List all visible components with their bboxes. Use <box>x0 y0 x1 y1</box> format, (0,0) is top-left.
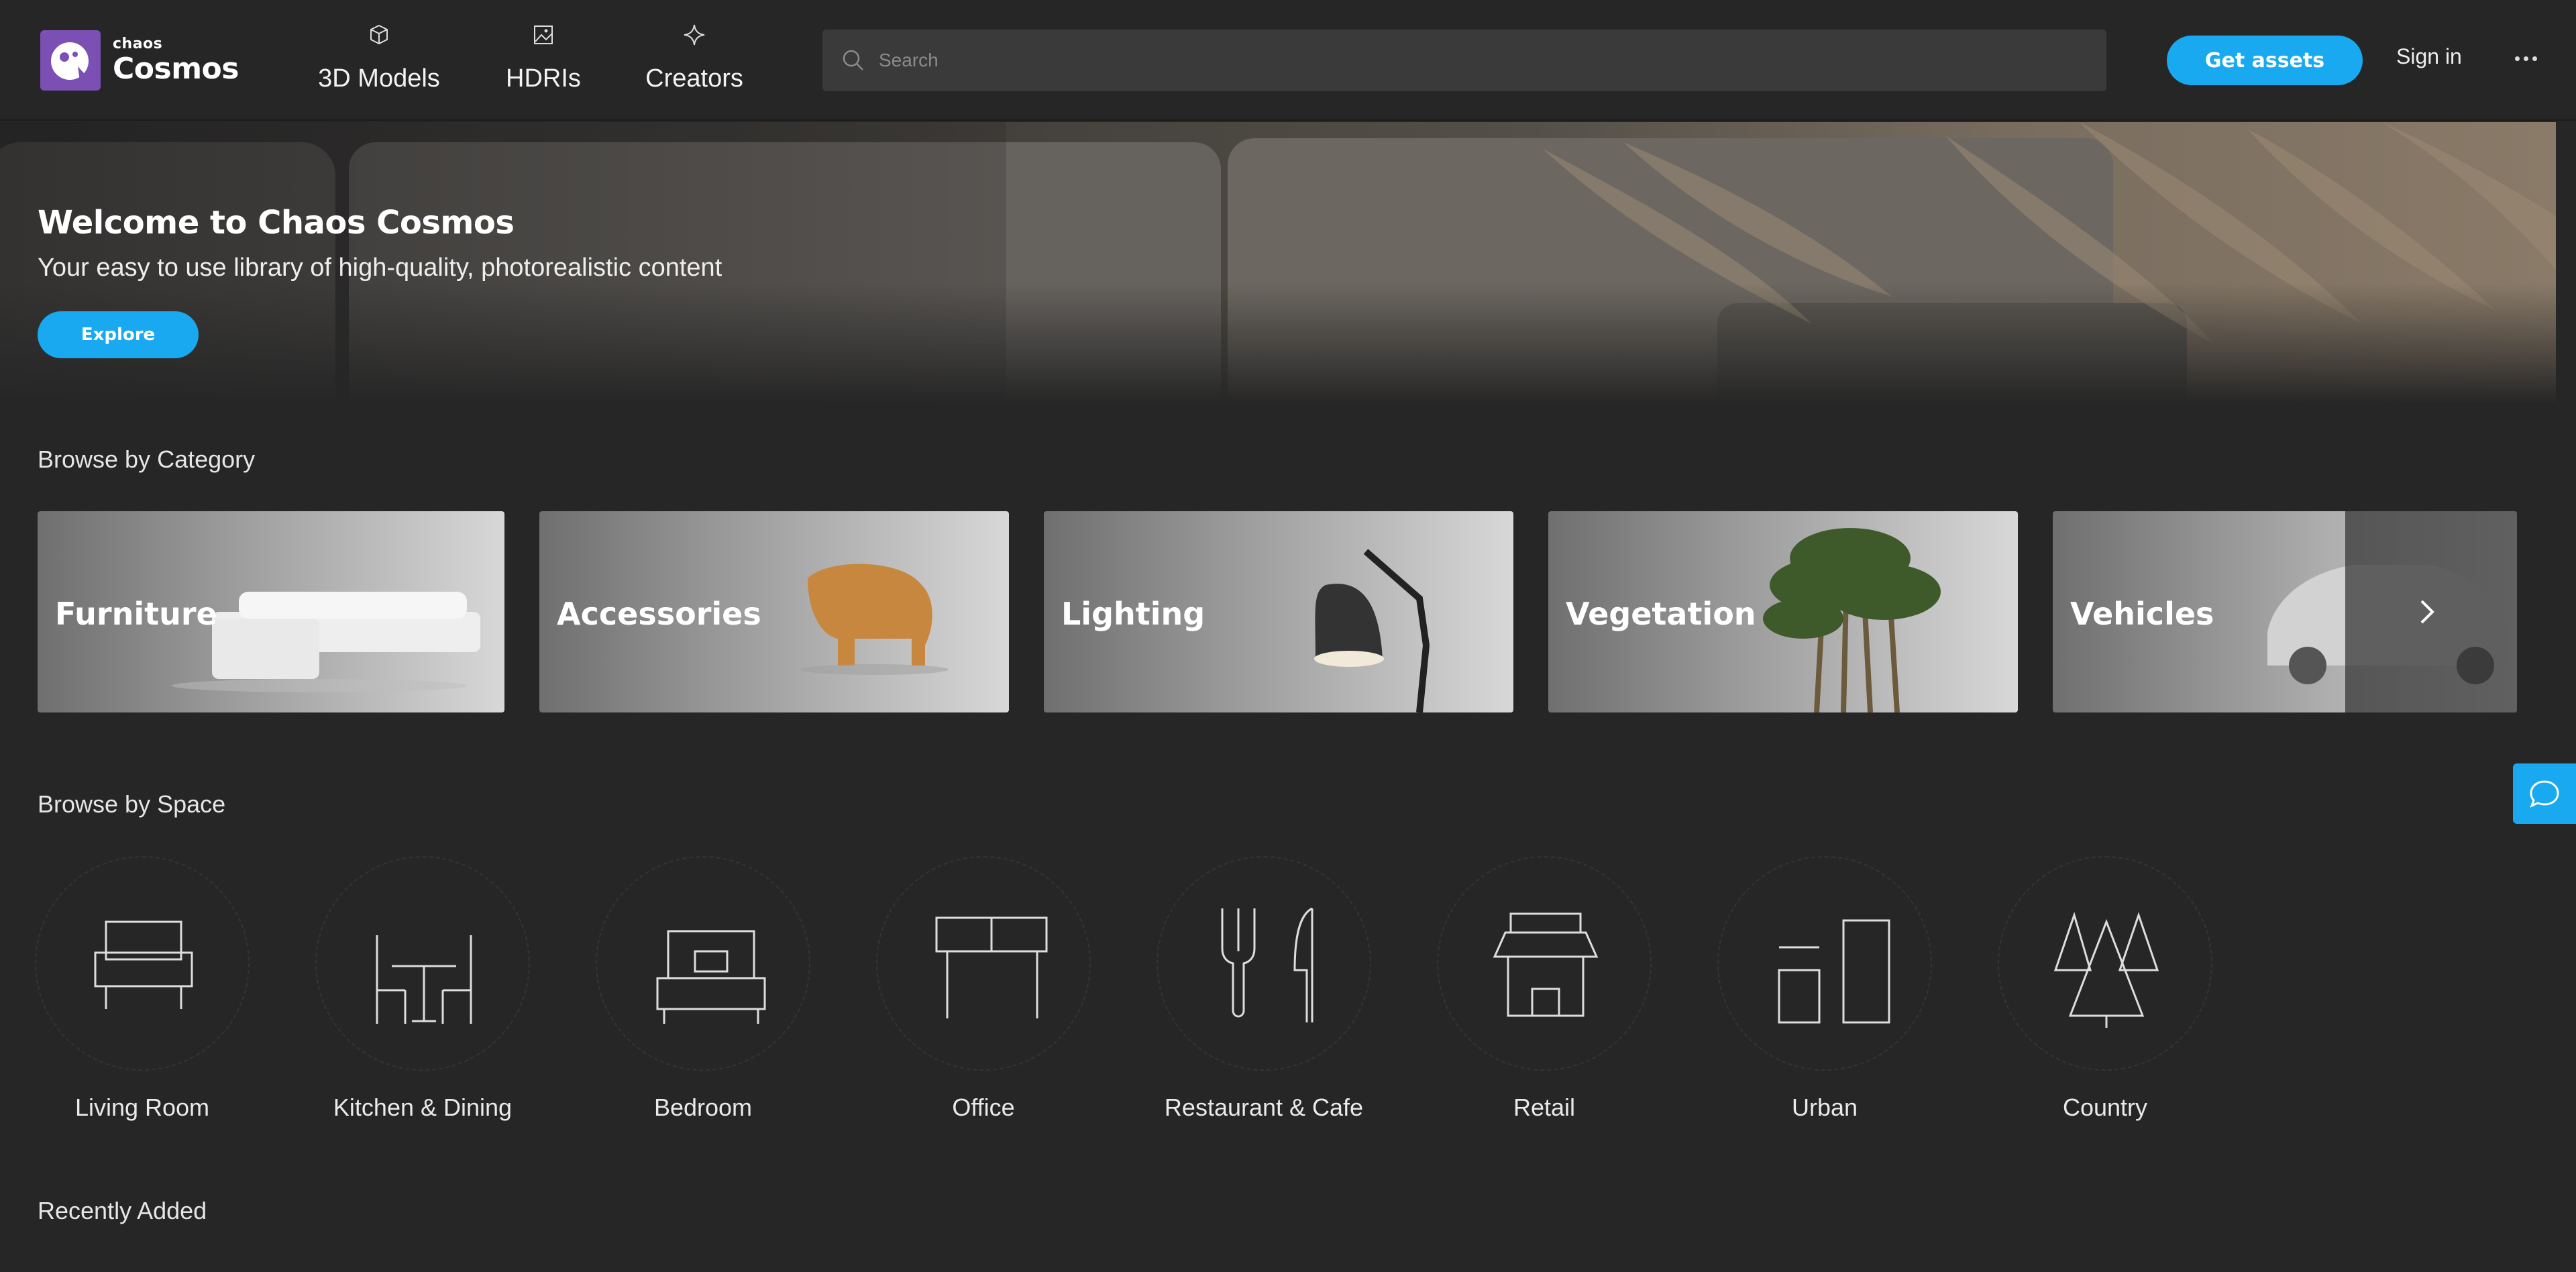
brand-name: Cosmos <box>113 52 239 86</box>
category-label: Vegetation <box>1566 596 1756 632</box>
chat-button[interactable] <box>2513 763 2576 824</box>
space-bedroom[interactable]: Bedroom <box>596 856 810 1124</box>
get-assets-button[interactable]: Get assets <box>2167 36 2363 85</box>
sign-in-link[interactable]: Sign in <box>2396 44 2462 69</box>
hero-subtitle: Your easy to use library of high-quality… <box>38 254 722 282</box>
desk-icon <box>935 916 1048 1018</box>
category-card-accessories[interactable]: Accessories <box>539 511 1009 712</box>
category-label: Accessories <box>557 596 761 632</box>
nav-label: 3D Models <box>318 64 440 93</box>
space-living-room[interactable]: Living Room <box>35 856 250 1124</box>
category-card-vegetation[interactable]: Vegetation <box>1548 511 2018 712</box>
cosmos-logo[interactable]: chaos Cosmos <box>40 30 241 91</box>
space-label: Office <box>952 1094 1015 1121</box>
hero-title: Welcome to Chaos Cosmos <box>38 204 515 242</box>
space-kitchen-dining[interactable]: Kitchen & Dining <box>315 856 530 1124</box>
chat-bubble-icon <box>2530 780 2559 808</box>
nav-label: HDRIs <box>506 64 581 93</box>
nav-creators[interactable]: Creators <box>637 21 751 99</box>
search-bar[interactable] <box>822 30 2106 91</box>
space-label: Kitchen & Dining <box>333 1094 513 1121</box>
cube-icon <box>370 24 388 45</box>
space-label: Urban <box>1791 1094 1858 1121</box>
hero-banner: Welcome to Chaos Cosmos Your easy to use… <box>0 122 2556 404</box>
category-card-vehicles[interactable]: Vehicles <box>2053 511 2517 712</box>
explore-button[interactable]: Explore <box>38 311 199 358</box>
brand-small-text: chaos <box>113 36 163 52</box>
space-label: Country <box>2062 1094 2148 1121</box>
trees-icon <box>2053 912 2159 1028</box>
category-label: Vehicles <box>2070 596 2214 632</box>
buildings-icon <box>1778 919 1890 1024</box>
image-icon <box>534 25 553 44</box>
space-office[interactable]: Office <box>876 856 1091 1124</box>
sofa-icon <box>94 920 193 1009</box>
category-label: Furniture <box>55 596 217 632</box>
nav-3d-models[interactable]: 3D Models <box>315 21 443 99</box>
nav-label: Creators <box>645 64 743 93</box>
browse-by-category-title: Browse by Category <box>38 445 256 473</box>
category-card-lighting[interactable]: Lighting <box>1044 511 1513 712</box>
space-label: Bedroom <box>653 1094 753 1121</box>
space-label: Restaurant & Cafe <box>1164 1094 1364 1121</box>
space-country[interactable]: Country <box>1998 856 2212 1124</box>
space-retail[interactable]: Retail <box>1437 856 1652 1124</box>
sparkle-icon <box>684 24 705 46</box>
category-label: Lighting <box>1061 596 1205 632</box>
space-label: Retail <box>1513 1094 1576 1121</box>
chevron-right-icon[interactable] <box>2411 596 2443 628</box>
category-card-furniture[interactable]: Furniture <box>38 511 504 712</box>
storefront-icon <box>1493 912 1599 1017</box>
dining-table-icon <box>376 935 472 1024</box>
top-navigation-bar: chaos Cosmos 3D Models HDRIs Creators Ge… <box>0 0 2576 121</box>
fork-knife-icon <box>1221 907 1313 1022</box>
browse-by-space-title: Browse by Space <box>38 790 226 818</box>
space-restaurant-cafe[interactable]: Restaurant & Cafe <box>1157 856 1371 1124</box>
search-input[interactable] <box>879 50 2019 71</box>
bed-icon <box>656 930 766 1024</box>
more-dots-icon[interactable] <box>2509 42 2542 75</box>
space-label: Living Room <box>74 1094 210 1121</box>
search-icon <box>843 50 863 70</box>
nav-hdris[interactable]: HDRIs <box>503 21 584 99</box>
cosmos-logo-icon <box>40 30 101 91</box>
space-urban[interactable]: Urban <box>1717 856 1932 1124</box>
recently-added-title: Recently Added <box>38 1197 207 1224</box>
